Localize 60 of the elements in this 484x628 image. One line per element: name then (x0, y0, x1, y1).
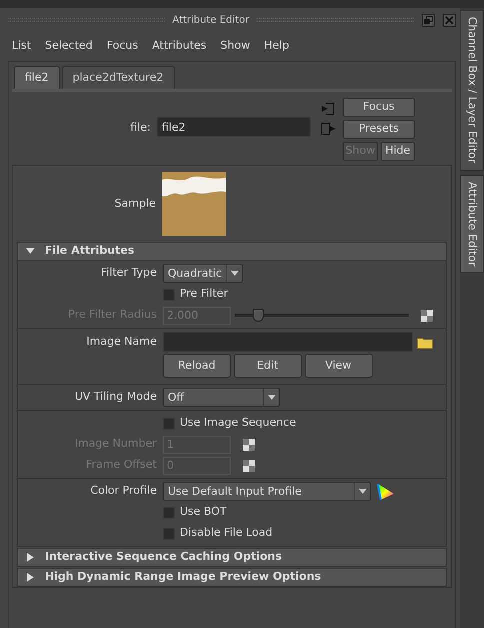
field-label: Color Profile (90, 483, 158, 500)
side-tab[interactable]: Channel Box / Layer Editor (460, 10, 484, 171)
texture-swatch (162, 172, 226, 236)
collapsed-triangle-icon (26, 553, 35, 562)
output-connection-icon[interactable] (321, 122, 337, 136)
action-button[interactable]: Reload (163, 354, 231, 378)
menu-item[interactable]: Help (264, 38, 290, 54)
node-tab[interactable]: file2 (14, 66, 60, 89)
close-icon (445, 16, 454, 24)
map-button-icon[interactable] (421, 310, 433, 322)
float-window-button[interactable] (422, 14, 435, 26)
section-title: File Attributes (45, 243, 135, 260)
input-connection-icon[interactable] (321, 102, 335, 116)
action-button[interactable]: View (304, 354, 372, 378)
window-title: Attribute Editor (172, 14, 250, 28)
node-name-field[interactable]: file2 (157, 117, 311, 137)
checkbox[interactable] (163, 528, 175, 540)
section-header[interactable]: High Dynamic Range Image Preview Options (17, 568, 447, 587)
side-tab[interactable]: Attribute Editor (460, 174, 484, 274)
header-button[interactable]: Presets (343, 120, 415, 139)
expanded-triangle-icon (26, 247, 35, 256)
checkbox[interactable] (163, 506, 175, 518)
checkbox-label: Use BOT (180, 504, 227, 520)
section-header[interactable]: Interactive Sequence Caching Options (17, 548, 447, 567)
field-label: Filter Type (100, 265, 158, 282)
close-button[interactable] (443, 14, 456, 26)
caret-icon (358, 489, 366, 494)
float-icon (424, 16, 433, 24)
dropdown[interactable]: Off (163, 388, 280, 407)
header-button[interactable]: Focus (343, 98, 415, 117)
folder-icon[interactable] (417, 336, 433, 348)
checkbox[interactable] (163, 418, 175, 430)
header-button[interactable]: Hide (381, 142, 415, 161)
field-label: Image Name (86, 334, 158, 350)
checkbox[interactable] (163, 288, 175, 300)
action-button[interactable]: Edit (234, 354, 302, 378)
section-title: Interactive Sequence Caching Options (45, 549, 282, 566)
sample-label: Sample (114, 196, 157, 212)
menu-item[interactable]: Attributes (152, 38, 207, 54)
map-button-icon[interactable] (243, 438, 255, 450)
menu-item[interactable]: Focus (106, 38, 138, 54)
color-gamut-icon[interactable] (377, 482, 395, 500)
caret-icon (230, 271, 239, 276)
collapsed-triangle-icon (26, 573, 35, 582)
menu-item[interactable]: Selected (45, 38, 93, 54)
field-label: UV Tiling Mode (74, 389, 158, 406)
checkbox-label: Use Image Sequence (180, 415, 296, 432)
dropdown[interactable]: Quadratic (163, 264, 244, 283)
node-tab[interactable]: place2dTexture2 (62, 66, 175, 89)
menu-item[interactable]: List (12, 38, 32, 54)
menu-item[interactable]: Show (220, 38, 250, 54)
section-header[interactable]: File Attributes (17, 242, 447, 261)
checkbox-label: Disable File Load (180, 525, 273, 542)
color-profile-dropdown[interactable]: Use Default Input Profile (163, 482, 371, 501)
checkbox-label: Pre Filter (180, 286, 228, 302)
field-label: file: (130, 120, 152, 136)
path-field[interactable] (163, 332, 413, 352)
map-button-icon[interactable] (243, 460, 255, 472)
section-title: High Dynamic Range Image Preview Options (45, 569, 322, 586)
caret-icon (268, 395, 276, 400)
